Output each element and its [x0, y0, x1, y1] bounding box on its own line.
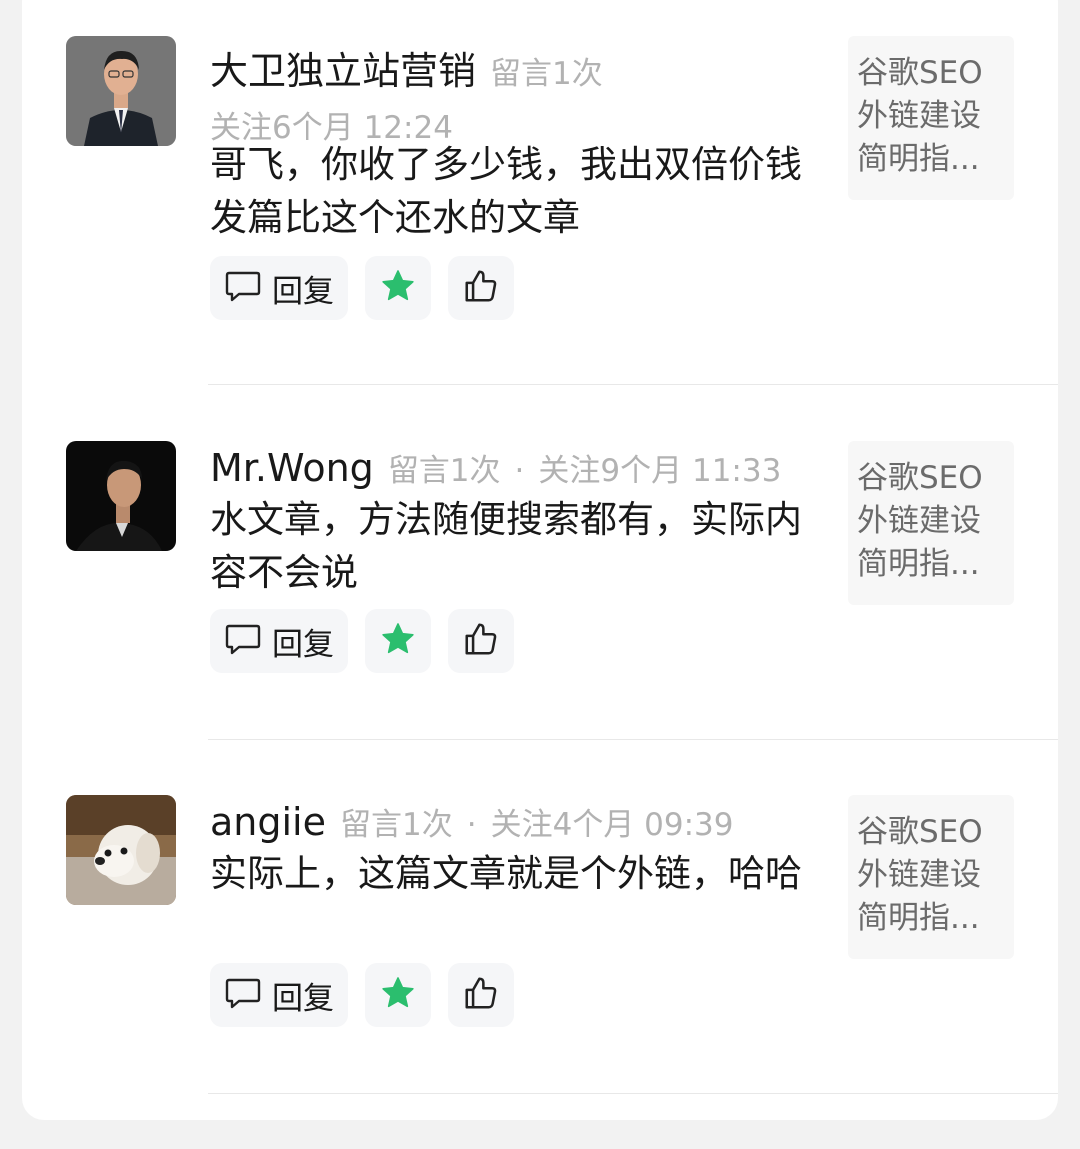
article-title-line: 谷歌SEO — [857, 460, 983, 496]
article-title-line: 谷歌SEO — [857, 55, 983, 91]
comment-text: 水文章，方法随便搜索都有，实际内容不会说 — [210, 498, 802, 594]
star-icon — [379, 267, 417, 309]
like-button[interactable] — [448, 256, 514, 320]
comment-item: Mr.Wong 留言1次 · 关注9个月 11:33 水文章，方法随便搜索都有，… — [22, 441, 1058, 795]
avatar[interactable] — [66, 795, 176, 905]
article-thumbnail[interactable]: 谷歌SEO 外链建设 简明指... — [848, 441, 1014, 605]
divider — [208, 384, 1058, 385]
comment-bubble-icon — [224, 622, 262, 660]
username[interactable]: 大卫独立站营销 — [210, 40, 476, 95]
comment-item: angiie 留言1次 · 关注4个月 09:39 实际上，这篇文章就是个外链，… — [22, 795, 1058, 1149]
username[interactable]: Mr.Wong — [210, 446, 374, 490]
article-title-line: 简明指... — [857, 141, 980, 177]
article-thumbnail[interactable]: 谷歌SEO 外链建设 简明指... — [848, 36, 1014, 200]
comment-actions: 回复 — [210, 256, 514, 320]
like-button[interactable] — [448, 963, 514, 1027]
comment-count: 留言1次 — [340, 807, 453, 843]
meta-separator: · — [466, 807, 477, 843]
user-line: 大卫独立站营销 留言1次 — [210, 40, 808, 96]
comment-actions: 回复 — [210, 963, 514, 1027]
comment-count: 留言1次 — [387, 453, 501, 489]
reply-button[interactable]: 回复 — [210, 609, 348, 673]
star-icon — [379, 620, 417, 662]
comment-text: 哥飞，你收了多少钱，我出双倍价钱发篇比这个还水的文章 — [210, 143, 802, 239]
meta-separator: · — [514, 453, 525, 489]
thumbs-up-icon — [462, 974, 500, 1016]
favorite-button[interactable] — [365, 963, 431, 1027]
divider — [208, 739, 1058, 740]
thumbs-up-icon — [462, 620, 500, 662]
comment-text: 实际上，这篇文章就是个外链，哈哈 — [210, 852, 802, 895]
favorite-button[interactable] — [365, 609, 431, 673]
article-title-line: 外链建设 — [857, 857, 981, 893]
comment-bubble-icon — [224, 269, 262, 307]
reply-label: 回复 — [272, 626, 334, 663]
follow-time: 关注4个月 09:39 — [490, 807, 734, 843]
divider — [208, 1093, 1058, 1094]
username[interactable]: angiie — [210, 800, 326, 844]
comment-bubble-icon — [224, 976, 262, 1014]
follow-time: 关注9个月 11:33 — [538, 453, 782, 489]
avatar[interactable] — [66, 441, 176, 551]
comment-count: 留言1次 — [490, 56, 603, 92]
reply-button[interactable]: 回复 — [210, 963, 348, 1027]
article-title-line: 简明指... — [857, 546, 980, 582]
avatar[interactable] — [66, 36, 176, 146]
article-title-line: 谷歌SEO — [857, 814, 983, 850]
comment-item: 大卫独立站营销 留言1次 关注6个月 12:24 哥飞，你收了多少钱，我出双倍价… — [22, 36, 1058, 390]
reply-label: 回复 — [272, 980, 334, 1017]
comment-actions: 回复 — [210, 609, 514, 673]
thumbs-up-icon — [462, 267, 500, 309]
comments-card: 大卫独立站营销 留言1次 关注6个月 12:24 哥飞，你收了多少钱，我出双倍价… — [22, 0, 1058, 1120]
reply-label: 回复 — [272, 273, 334, 310]
like-button[interactable] — [448, 609, 514, 673]
favorite-button[interactable] — [365, 256, 431, 320]
article-thumbnail[interactable]: 谷歌SEO 外链建设 简明指... — [848, 795, 1014, 959]
star-icon — [379, 974, 417, 1016]
reply-button[interactable]: 回复 — [210, 256, 348, 320]
article-title-line: 外链建设 — [857, 503, 981, 539]
article-title-line: 简明指... — [857, 900, 980, 936]
article-title-line: 外链建设 — [857, 98, 981, 134]
